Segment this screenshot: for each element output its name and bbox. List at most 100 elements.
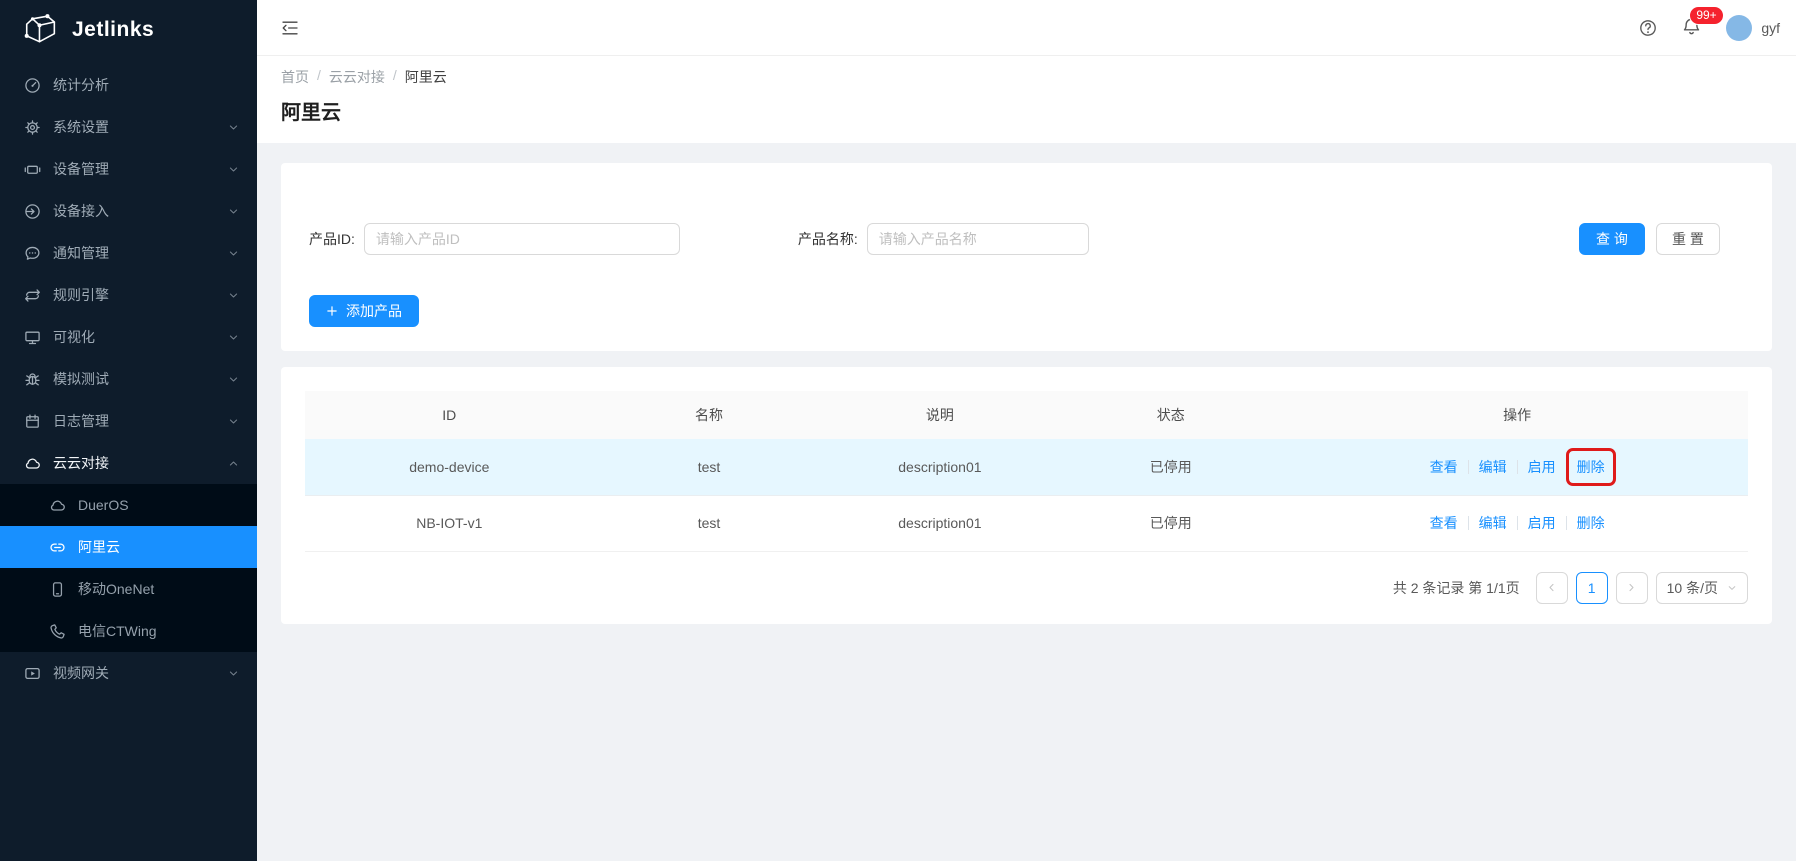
cell-status: 已停用 [1055, 439, 1286, 495]
sidebar-item-device-access[interactable]: 设备接入 [0, 190, 257, 232]
chevron-down-icon [228, 290, 239, 301]
chevron-down-icon [1727, 583, 1737, 593]
sidebar-submenu: DuerOS 阿里云移动OneNet 电信CTWing [0, 484, 257, 652]
gear-icon [24, 119, 41, 136]
user-menu[interactable]: gyf [1726, 15, 1780, 41]
sidebar-item-label: 日志管理 [53, 411, 109, 431]
mobile-icon [49, 581, 66, 598]
action-divider [1566, 516, 1567, 530]
app-logo[interactable]: Jetlinks [0, 0, 257, 56]
gauge-icon [24, 77, 41, 94]
pagination-next-button[interactable] [1616, 572, 1648, 604]
search-buttons: 查 询 重 置 [1579, 223, 1720, 255]
edit-action-link[interactable]: 编辑 [1479, 459, 1507, 475]
breadcrumb-item-3: 阿里云 [405, 67, 447, 87]
cloud-icon [49, 497, 66, 514]
pagination-prev-button[interactable] [1536, 572, 1568, 604]
chevron-left-icon [1546, 582, 1557, 593]
plus-icon [326, 305, 338, 317]
chevron-up-icon [228, 458, 239, 469]
sidebar-item-rule-engine[interactable]: 规则引擎 [0, 274, 257, 316]
page-header: 首页 / 云云对接 / 阿里云 阿里云 [257, 56, 1796, 143]
breadcrumb-item-2[interactable]: 云云对接 [329, 67, 385, 87]
sidebar-item-mobile-onenet[interactable]: 移动OneNet [0, 568, 257, 610]
delete-action-link[interactable]: 删除 [1577, 459, 1605, 475]
sidebar-item-telecom-ctwing[interactable]: 电信CTWing [0, 610, 257, 652]
search-form: 产品ID: 产品名称: 查 询 重 置 [309, 223, 1744, 255]
topbar-right: 99+ gyf [1639, 15, 1780, 41]
notification-badge: 99+ [1689, 6, 1723, 25]
sidebar-item-label: 视频网关 [53, 663, 109, 683]
view-action-link[interactable]: 查看 [1430, 459, 1458, 475]
menu-fold-icon[interactable] [281, 19, 299, 37]
sidebar-item-log-management[interactable]: 日志管理 [0, 400, 257, 442]
reset-button[interactable]: 重 置 [1656, 223, 1720, 255]
link-icon [49, 539, 66, 556]
devices-icon [24, 161, 41, 178]
device-access-icon [24, 203, 41, 220]
chevron-down-icon [228, 122, 239, 133]
product-name-label: 产品名称: [798, 229, 858, 249]
notification-bell[interactable]: 99+ [1682, 17, 1701, 39]
chevron-down-icon [228, 206, 239, 217]
table-header-row: ID名称说明状态操作 [305, 391, 1748, 439]
cell-description: description01 [824, 495, 1055, 551]
add-product-button[interactable]: 添加产品 [309, 295, 419, 327]
enable-action-link[interactable]: 启用 [1528, 459, 1556, 475]
page-size-select[interactable]: 10 条/页 [1656, 572, 1748, 604]
topbar: 99+ gyf [257, 0, 1796, 56]
sidebar-item-dueros[interactable]: DuerOS [0, 484, 257, 526]
product-id-input[interactable] [364, 223, 680, 255]
avatar [1726, 15, 1752, 41]
product-table-card: ID名称说明状态操作 demo-devicetestdescription01已… [281, 367, 1772, 624]
sidebar-item-cloud-connect[interactable]: 云云对接 [0, 442, 257, 484]
cell-description: description01 [824, 439, 1055, 495]
sidebar-item-label: 可视化 [53, 327, 95, 347]
column-header-状态: 状态 [1055, 391, 1286, 439]
enable-action-link[interactable]: 启用 [1528, 515, 1556, 531]
cell-name: test [594, 439, 825, 495]
sidebar-item-label: 阿里云 [78, 537, 120, 557]
breadcrumb-separator: / [317, 67, 321, 87]
add-product-label: 添加产品 [346, 301, 402, 321]
action-divider [1468, 460, 1469, 474]
pagination-summary: 共 2 条记录 第 1/1页 [1393, 578, 1520, 598]
breadcrumb-separator: / [393, 67, 397, 87]
sidebar-item-aliyun[interactable]: 阿里云 [0, 526, 257, 568]
sidebar-item-label: 统计分析 [53, 75, 109, 95]
query-button[interactable]: 查 询 [1579, 223, 1645, 255]
sidebar-item-video-gateway[interactable]: 视频网关 [0, 652, 257, 694]
sidebar-item-label: 通知管理 [53, 243, 109, 263]
sidebar-item-notification-mgmt[interactable]: 通知管理 [0, 232, 257, 274]
cell-actions: 查看 编辑 启用 删除 [1286, 439, 1748, 495]
product-name-input[interactable] [867, 223, 1089, 255]
breadcrumb-item-1[interactable]: 首页 [281, 67, 309, 87]
chevron-down-icon [228, 374, 239, 385]
view-action-link[interactable]: 查看 [1430, 515, 1458, 531]
edit-action-link[interactable]: 编辑 [1479, 515, 1507, 531]
column-header-说明: 说明 [824, 391, 1055, 439]
sidebar-item-system-settings[interactable]: 系统设置 [0, 106, 257, 148]
sidebar-item-label: 电信CTWing [78, 621, 157, 641]
help-icon[interactable] [1639, 19, 1657, 37]
chevron-down-icon [228, 332, 239, 343]
sidebar-item-device-management[interactable]: 设备管理 [0, 148, 257, 190]
sidebar-item-stats-analysis[interactable]: 统计分析 [0, 64, 257, 106]
chevron-down-icon [228, 248, 239, 259]
pagination-page-1[interactable]: 1 [1576, 572, 1608, 604]
username: gyf [1761, 20, 1780, 36]
breadcrumb: 首页 / 云云对接 / 阿里云 [281, 67, 1772, 87]
action-divider [1517, 516, 1518, 530]
cell-name: test [594, 495, 825, 551]
column-header-名称: 名称 [594, 391, 825, 439]
cell-id: NB-IOT-v1 [305, 495, 594, 551]
sidebar-item-visualization[interactable]: 可视化 [0, 316, 257, 358]
page-size-value: 10 条/页 [1667, 578, 1718, 598]
delete-action-link[interactable]: 删除 [1577, 515, 1605, 531]
sidebar-item-simulation-test[interactable]: 模拟测试 [0, 358, 257, 400]
page-title: 阿里云 [281, 96, 1772, 125]
cell-id: demo-device [305, 439, 594, 495]
sidebar-item-label: 设备接入 [53, 201, 109, 221]
calendar-icon [24, 413, 41, 430]
sidebar-item-label: 系统设置 [53, 117, 109, 137]
